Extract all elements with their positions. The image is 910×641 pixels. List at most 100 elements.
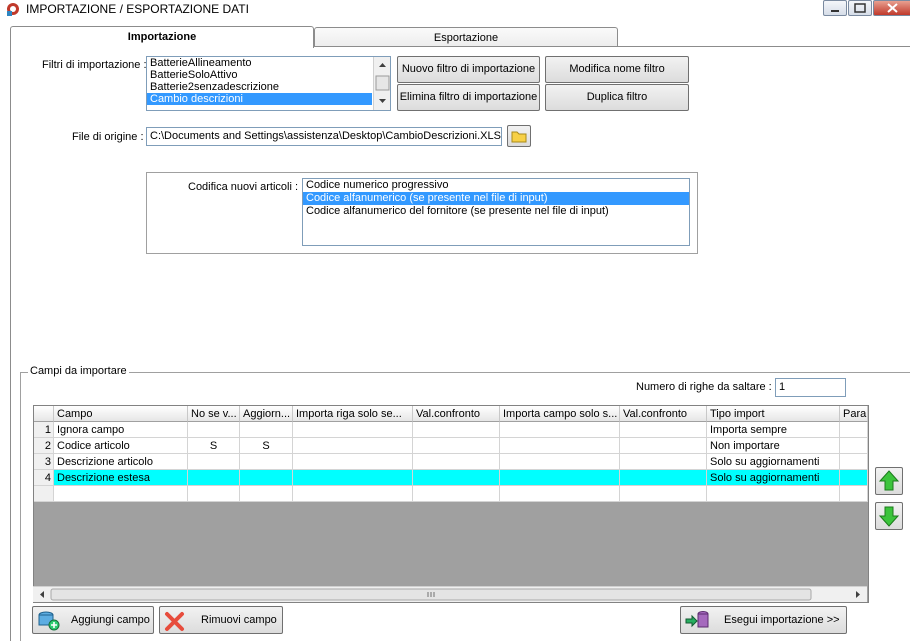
cell-campo[interactable]: Descrizione articolo [54,454,188,470]
cell-no-se[interactable] [188,470,240,486]
filters-listbox[interactable]: BatterieAllineamento BatterieSoloAttivo … [146,56,391,111]
cell-tipo[interactable]: Solo su aggiornamenti [707,470,840,486]
table-row-new[interactable] [34,486,868,502]
cell[interactable] [188,486,240,502]
list-item[interactable]: BatterieSoloAttivo [147,69,372,81]
skip-rows-label: Numero di righe da saltare : [636,381,772,393]
source-file-input[interactable]: C:\Documents and Settings\assistenza\Des… [146,127,502,146]
duplicate-filter-button[interactable]: Duplica filtro [545,84,689,111]
cell[interactable] [413,438,500,454]
cell[interactable] [707,486,840,502]
table-row[interactable]: 1 Ignora campo Importa sempre [34,422,868,438]
cell[interactable] [500,486,620,502]
cell[interactable] [620,422,707,438]
cell[interactable] [620,438,707,454]
cell[interactable] [54,486,188,502]
add-database-icon [38,611,60,631]
remove-field-button[interactable]: Rimuovi campo [159,606,283,634]
column-header[interactable]: Para [840,406,868,422]
cell-tipo[interactable]: Importa sempre [707,422,840,438]
list-item[interactable]: Batterie2senzadescrizione [147,81,372,93]
cell[interactable] [620,486,707,502]
minimize-button[interactable] [823,0,847,16]
add-field-button[interactable]: Aggiungi campo [32,606,154,634]
remove-field-label: Rimuovi campo [201,614,277,626]
cell-campo[interactable]: Descrizione estesa [54,470,188,486]
column-header[interactable]: Importa riga solo se... [293,406,413,422]
tab-importazione[interactable]: Importazione [10,26,314,48]
cell-aggiorn[interactable] [240,470,293,486]
cell[interactable] [840,486,868,502]
maximize-button[interactable] [848,0,872,16]
fields-group-label: Campi da importare [28,365,129,377]
list-item[interactable]: Codice alfanumerico del fornitore (se pr… [303,205,689,218]
run-import-label: Esegui importazione >> [724,614,840,626]
column-header[interactable]: Val.confronto [413,406,500,422]
grid-horizontal-scrollbar[interactable] [33,586,867,602]
coding-label: Codifica nuovi articoli : [188,181,299,193]
column-header[interactable]: Val.confronto [620,406,707,422]
list-item[interactable]: Codice numerico progressivo [303,179,689,192]
coding-listbox[interactable]: Codice numerico progressivo Codice alfan… [302,178,690,246]
cell[interactable] [293,438,413,454]
cell[interactable] [293,454,413,470]
filters-scrollbar[interactable] [373,57,390,110]
column-header[interactable]: Aggiorn... [240,406,293,422]
cell[interactable] [620,454,707,470]
delete-filter-button[interactable]: Elimina filtro di importazione [397,84,540,111]
cell-no-se[interactable] [188,422,240,438]
close-button[interactable] [873,0,910,16]
cell[interactable] [240,486,293,502]
cell-no-se[interactable] [188,454,240,470]
cell[interactable] [413,470,500,486]
cell[interactable] [293,470,413,486]
column-header[interactable]: No se v... [188,406,240,422]
tab-esportazione[interactable]: Esportazione [314,27,618,48]
column-header[interactable]: Importa campo solo s... [500,406,620,422]
cell-aggiorn[interactable]: S [240,438,293,454]
cell[interactable] [500,438,620,454]
column-header[interactable]: Tipo import [707,406,840,422]
cell[interactable] [500,422,620,438]
skip-rows-input[interactable]: 1 [775,378,846,397]
scroll-left-icon [40,591,44,598]
table-row[interactable]: 3 Descrizione articolo Solo su aggiornam… [34,454,868,470]
move-up-button[interactable] [875,467,903,495]
column-header[interactable]: Campo [54,406,188,422]
source-file-label: File di origine : [72,131,144,143]
fields-grid[interactable]: Campo No se v... Aggiorn... Importa riga… [33,405,869,603]
close-icon [887,3,898,13]
list-item-selected[interactable]: Codice alfanumerico (se presente nel fil… [303,192,689,205]
table-row[interactable]: 2 Codice articolo S S Non importare [34,438,868,454]
table-row-highlighted[interactable]: 4 Descrizione estesa Solo su aggiornamen… [34,470,868,486]
cell[interactable] [620,470,707,486]
cell[interactable] [840,470,868,486]
run-import-button[interactable]: Esegui importazione >> [680,606,847,634]
move-down-button[interactable] [875,502,903,530]
delete-x-icon [165,612,184,631]
list-item-selected[interactable]: Cambio descrizioni [147,93,372,105]
cell[interactable] [500,454,620,470]
cell-campo[interactable]: Ignora campo [54,422,188,438]
cell[interactable] [500,470,620,486]
cell-aggiorn[interactable] [240,422,293,438]
title-bar: IMPORTAZIONE / ESPORTAZIONE DATI [0,0,910,18]
cell[interactable] [840,454,868,470]
cell[interactable] [413,422,500,438]
cell-tipo[interactable]: Solo su aggiornamenti [707,454,840,470]
cell-no-se[interactable]: S [188,438,240,454]
cell[interactable] [840,438,868,454]
cell-campo[interactable]: Codice articolo [54,438,188,454]
new-filter-button[interactable]: Nuovo filtro di importazione [397,56,540,83]
cell[interactable] [840,422,868,438]
rename-filter-button[interactable]: Modifica nome filtro [545,56,689,83]
cell[interactable] [413,454,500,470]
list-item[interactable]: BatterieAllineamento [147,57,372,69]
browse-folder-button[interactable] [507,125,531,147]
cell[interactable] [293,422,413,438]
cell[interactable] [413,486,500,502]
cell-tipo[interactable]: Non importare [707,438,840,454]
folder-icon [511,131,527,143]
cell[interactable] [293,486,413,502]
cell-aggiorn[interactable] [240,454,293,470]
